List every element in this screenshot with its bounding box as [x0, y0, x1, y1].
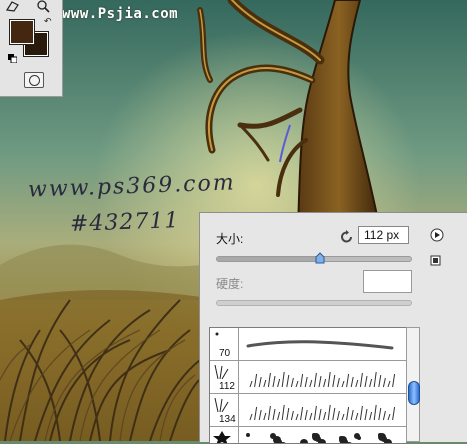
brush-preset-row[interactable]: [210, 427, 406, 443]
default-colors-icon[interactable]: [8, 50, 18, 64]
scrollbar-thumb[interactable]: [408, 380, 420, 405]
brush-preset-thumbnail: 70: [210, 328, 239, 360]
size-slider-fill: [217, 257, 320, 261]
lasso-icon[interactable]: [4, 0, 22, 14]
quick-mask-button[interactable]: [24, 72, 44, 88]
hardness-input: [363, 270, 412, 293]
size-slider-thumb[interactable]: [315, 251, 325, 264]
hardness-slider: [216, 300, 412, 306]
reset-size-icon[interactable]: [340, 230, 354, 244]
brush-preset-size: 134: [219, 414, 236, 425]
size-label: 大小:: [216, 232, 244, 246]
preset-scrollbar[interactable]: [406, 327, 420, 442]
brush-preset-panel: 大小: 112 px 硬度: 70 112 134: [199, 212, 467, 444]
size-slider[interactable]: [216, 252, 412, 264]
brush-preset-size: 112: [219, 381, 235, 392]
brush-preset-list[interactable]: 70 112 134: [209, 327, 407, 444]
brush-preset-thumbnail: [210, 427, 239, 443]
handwritten-hex-text: #432711: [69, 208, 180, 237]
brush-preset-row[interactable]: 70: [210, 328, 406, 361]
brush-preset-stroke-preview: [242, 396, 402, 424]
brush-preset-thumbnail: 134: [210, 394, 239, 426]
brush-preset-thumbnail: 112: [210, 361, 239, 393]
new-preset-icon[interactable]: [430, 254, 442, 266]
brush-preset-stroke-preview: [242, 429, 402, 443]
watermark-text: www.Psjia.com: [62, 6, 179, 22]
brush-preset-size: 70: [219, 348, 231, 359]
swap-colors-icon[interactable]: ↶: [44, 16, 52, 27]
brush-preset-stroke-preview: [242, 363, 402, 391]
foreground-color-swatch[interactable]: [9, 19, 35, 45]
panel-menu-icon[interactable]: [430, 228, 444, 242]
zoom-icon[interactable]: [34, 0, 52, 14]
hardness-label: 硬度:: [216, 277, 244, 291]
brush-preset-row[interactable]: 112: [210, 361, 406, 394]
size-input[interactable]: 112 px: [358, 226, 409, 244]
brush-preset-stroke-preview: [242, 330, 402, 358]
brush-preset-row[interactable]: 134: [210, 394, 406, 427]
tools-panel: ↶: [0, 0, 63, 97]
